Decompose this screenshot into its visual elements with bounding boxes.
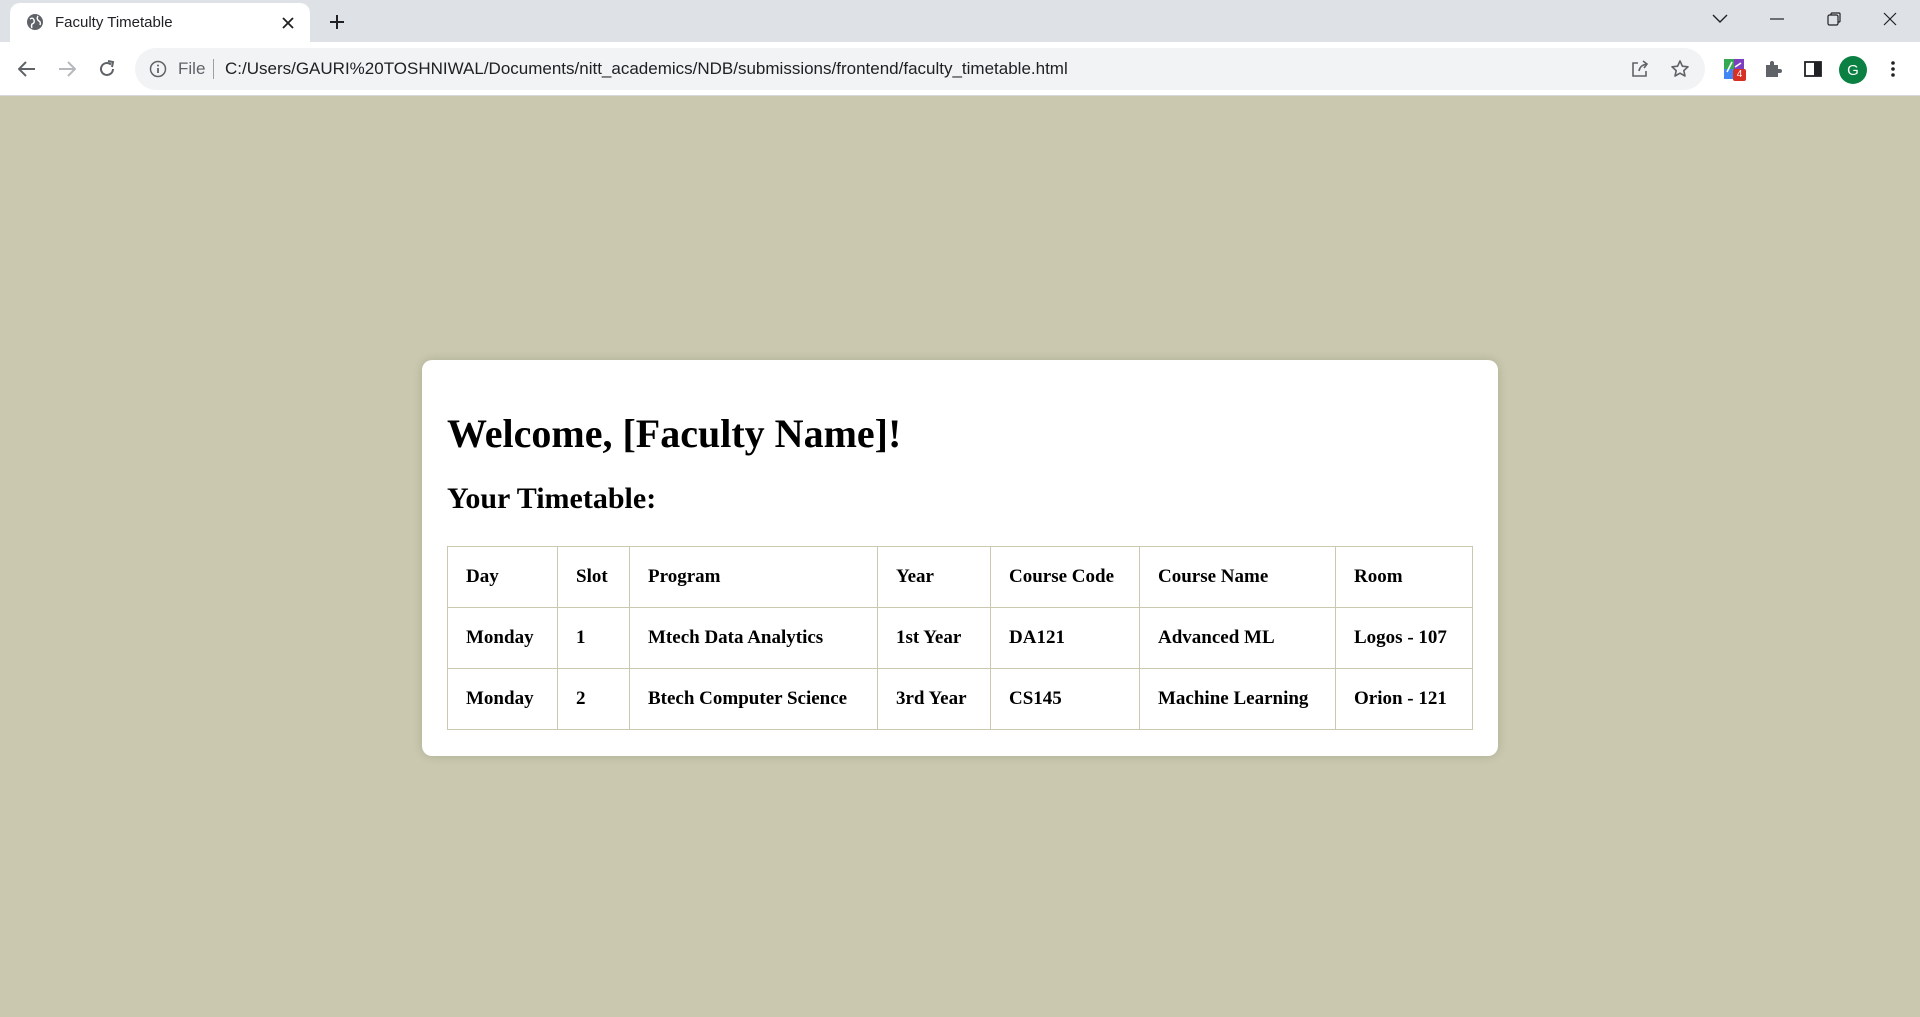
side-panel-icon[interactable]: [1799, 55, 1827, 83]
column-header-course-name: Course Name: [1139, 546, 1336, 608]
column-header-room: Room: [1335, 546, 1473, 608]
back-arrow-icon[interactable]: [10, 52, 44, 86]
column-header-slot: Slot: [557, 546, 630, 608]
cell-year: 3rd Year: [877, 668, 991, 730]
browser-tab[interactable]: Faculty Timetable: [10, 3, 310, 42]
cell-course-name: Advanced ML: [1139, 607, 1336, 669]
info-icon[interactable]: [149, 60, 167, 78]
puzzle-icon[interactable]: [1759, 55, 1787, 83]
cell-room: Logos - 107: [1335, 607, 1473, 669]
scheme-label: File: [178, 59, 206, 78]
extension-icon[interactable]: 4: [1720, 55, 1748, 83]
column-header-program: Program: [629, 546, 878, 608]
cell-year: 1st Year: [877, 607, 991, 669]
window-close-icon[interactable]: [1862, 0, 1918, 38]
minimize-icon[interactable]: [1749, 0, 1805, 38]
kebab-menu-icon[interactable]: [1879, 55, 1907, 83]
timetable-card: Welcome, [Faculty Name]! Your Timetable:…: [422, 360, 1498, 756]
close-icon[interactable]: [278, 13, 298, 33]
star-icon[interactable]: [1668, 57, 1692, 81]
table-row: Monday 2 Btech Computer Science 3rd Year…: [447, 668, 1473, 730]
cell-day: Monday: [447, 668, 558, 730]
omnibox-divider: [213, 59, 214, 79]
url-text[interactable]: C:/Users/GAURI%20TOSHNIWAL/Documents/nit…: [225, 59, 1068, 79]
cell-slot: 1: [557, 607, 630, 669]
chevron-down-icon[interactable]: [1692, 0, 1748, 38]
plus-icon[interactable]: [322, 8, 352, 36]
cell-program: Btech Computer Science: [629, 668, 878, 730]
reload-icon[interactable]: [90, 52, 124, 86]
timetable-table: Day Slot Program Year Course Code Course…: [447, 546, 1473, 730]
cell-course-code: DA121: [990, 607, 1140, 669]
column-header-course-code: Course Code: [990, 546, 1140, 608]
cell-course-name: Machine Learning: [1139, 668, 1336, 730]
table-row: Monday 1 Mtech Data Analytics 1st Year D…: [447, 607, 1473, 669]
page-title: Welcome, [Faculty Name]!: [447, 411, 902, 456]
cell-room: Orion - 121: [1335, 668, 1473, 730]
page-viewport: Welcome, [Faculty Name]! Your Timetable:…: [0, 96, 1920, 1017]
forward-arrow-icon[interactable]: [50, 52, 84, 86]
address-bar[interactable]: File C:/Users/GAURI%20TOSHNIWAL/Document…: [135, 48, 1705, 90]
cell-day: Monday: [447, 607, 558, 669]
globe-icon: [26, 13, 44, 31]
column-header-day: Day: [447, 546, 558, 608]
timetable-subtitle: Your Timetable:: [447, 482, 657, 515]
share-icon[interactable]: [1628, 57, 1652, 81]
tab-strip: Faculty Timetable: [0, 0, 1920, 42]
cell-course-code: CS145: [990, 668, 1140, 730]
cell-program: Mtech Data Analytics: [629, 607, 878, 669]
avatar[interactable]: G: [1839, 56, 1867, 84]
cell-slot: 2: [557, 668, 630, 730]
restore-icon[interactable]: [1806, 0, 1862, 38]
tab-title: Faculty Timetable: [55, 14, 173, 31]
table-header-row: Day Slot Program Year Course Code Course…: [447, 546, 1473, 608]
column-header-year: Year: [877, 546, 991, 608]
browser-toolbar: File C:/Users/GAURI%20TOSHNIWAL/Document…: [0, 42, 1920, 96]
extension-badge: 4: [1733, 69, 1746, 81]
